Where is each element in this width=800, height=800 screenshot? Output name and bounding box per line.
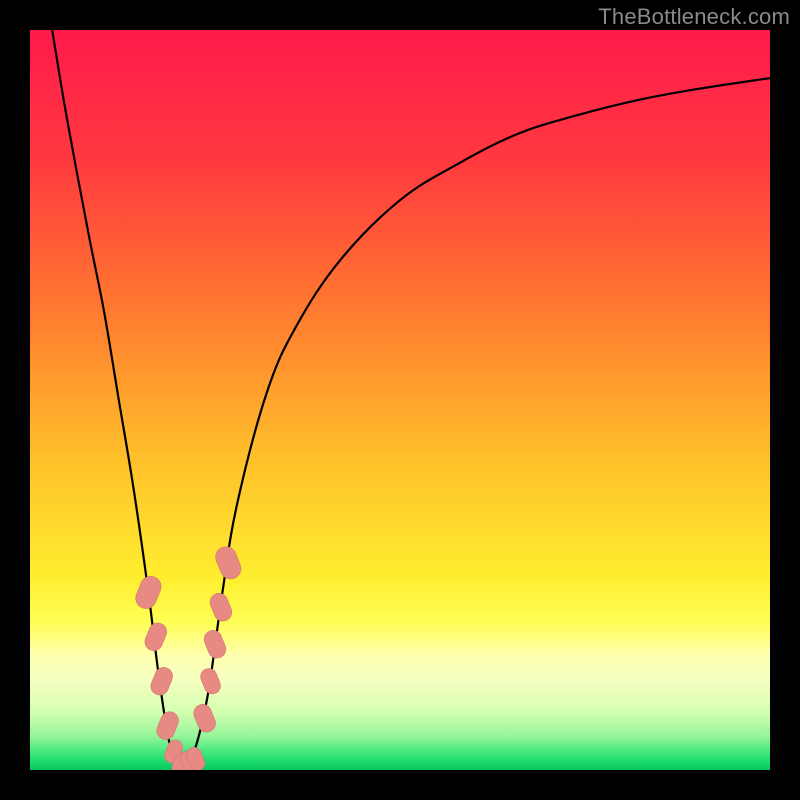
curve-marker — [154, 709, 181, 742]
curve-markers — [133, 544, 245, 770]
curve-marker — [133, 573, 165, 611]
curve-layer — [30, 30, 770, 770]
curve-marker — [142, 620, 169, 653]
curve-marker — [148, 665, 175, 698]
bottleneck-curve — [52, 30, 770, 767]
plot-area — [30, 30, 770, 770]
chart-frame: TheBottleneck.com — [0, 0, 800, 800]
curve-marker — [191, 702, 218, 735]
curve-marker — [213, 544, 245, 582]
curve-marker — [201, 628, 228, 661]
watermark-text: TheBottleneck.com — [598, 4, 790, 30]
curve-marker — [198, 666, 223, 696]
curve-marker — [207, 591, 234, 624]
